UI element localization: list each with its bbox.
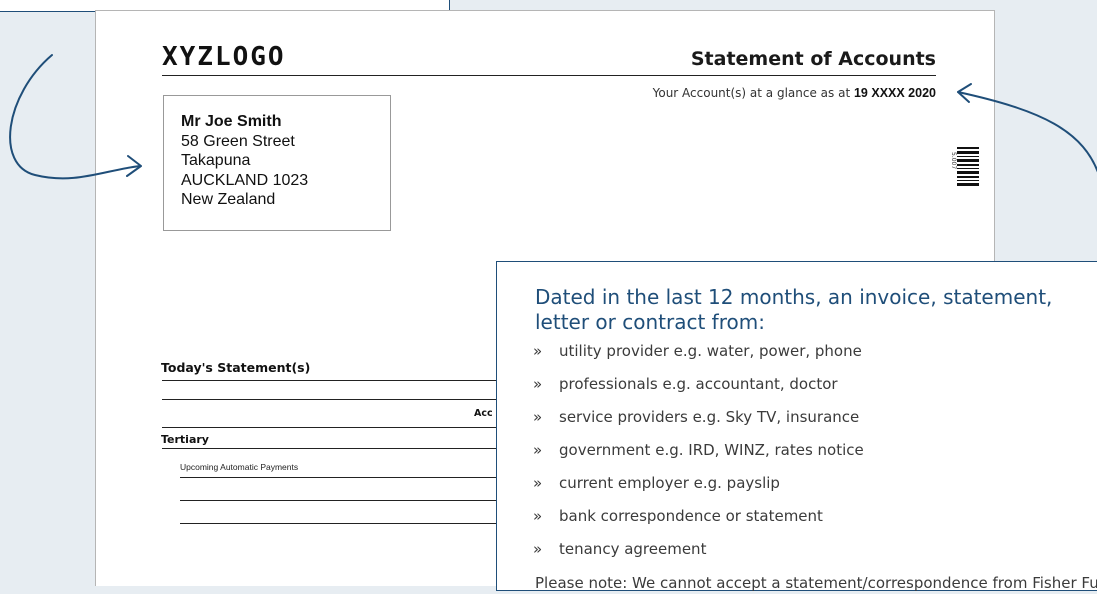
annotation-arrows — [9, 54, 1097, 180]
left-arrow-icon — [9, 54, 141, 180]
callout-note: Please note: We cannot accept a statemen… — [535, 574, 1097, 592]
right-arrow-icon — [957, 91, 1097, 173]
